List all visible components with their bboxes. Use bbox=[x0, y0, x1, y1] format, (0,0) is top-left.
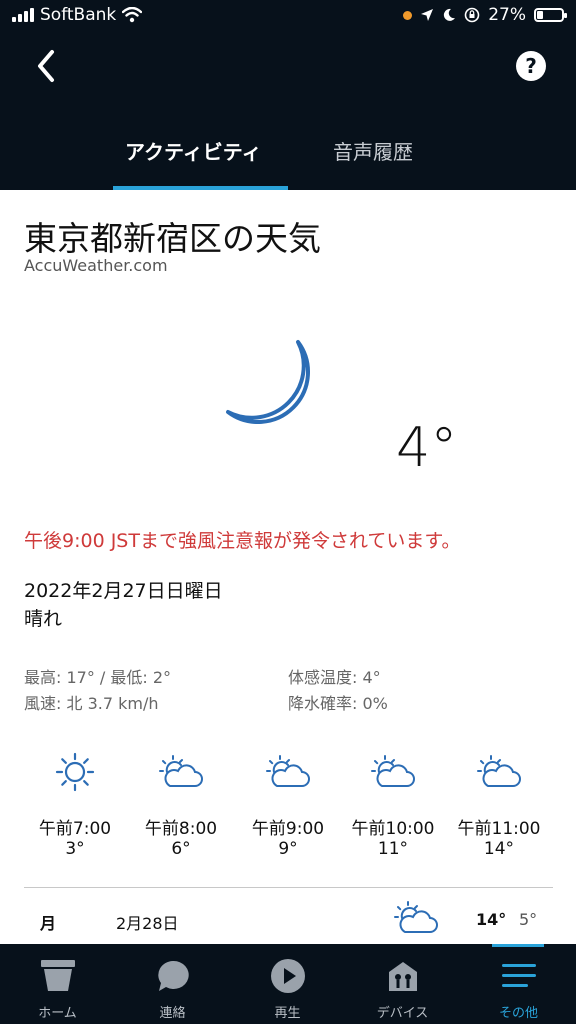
hourly-temp: 9° bbox=[278, 839, 298, 859]
hourly-item: 午前8:00 6° bbox=[128, 752, 234, 859]
wifi-icon bbox=[122, 7, 143, 23]
bottom-nav: ホーム 連絡 再生 デバイス その他 bbox=[0, 944, 576, 1024]
location-icon bbox=[421, 9, 434, 21]
rotation-lock-icon bbox=[464, 7, 480, 23]
active-tab-indicator bbox=[113, 186, 288, 190]
chat-icon bbox=[157, 960, 189, 991]
hourly-temp: 11° bbox=[377, 839, 409, 859]
divider bbox=[24, 887, 553, 888]
header: SoftBank 27% ? アクティビティ 音声履歴 bbox=[0, 0, 576, 190]
partly-cloudy-icon bbox=[394, 901, 438, 933]
status-bar: SoftBank 27% bbox=[0, 0, 576, 34]
hourly-item: 午前10:00 11° bbox=[340, 752, 446, 859]
menu-icon bbox=[501, 964, 536, 987]
weather-source[interactable]: AccuWeather.com bbox=[24, 256, 168, 275]
signal-icon bbox=[12, 8, 34, 22]
tab-voice-history[interactable]: 音声履歴 bbox=[333, 136, 413, 165]
hourly-item: 午前11:00 14° bbox=[446, 752, 552, 859]
partly-cloudy-icon bbox=[477, 755, 521, 787]
hourly-item: 午前9:00 9° bbox=[235, 752, 341, 859]
partly-cloudy-icon bbox=[371, 755, 415, 787]
hourly-temp: 6° bbox=[171, 839, 191, 859]
tab-activity[interactable]: アクティビティ bbox=[125, 136, 262, 165]
current-temperature: 4° bbox=[396, 416, 458, 479]
status-right: 27% bbox=[403, 5, 567, 25]
weather-alert: 午後9:00 JSTまで強風注意報が発令されています。 bbox=[24, 530, 461, 552]
nav-home[interactable]: ホーム bbox=[0, 944, 115, 1024]
carrier-label: SoftBank bbox=[40, 5, 117, 25]
precip-chance: 降水確率: 0% bbox=[288, 694, 388, 713]
sun-icon bbox=[55, 752, 95, 792]
weather-title: 東京都新宿区の天気 bbox=[24, 219, 321, 258]
nav-label: その他 bbox=[498, 1006, 538, 1021]
hourly-item: 午前7:00 3° bbox=[22, 752, 128, 859]
back-icon[interactable] bbox=[30, 46, 66, 86]
recording-dot-icon bbox=[403, 10, 413, 20]
nav-label: ホーム bbox=[38, 1006, 77, 1021]
moon-icon bbox=[226, 340, 310, 424]
nav-label: 連絡 bbox=[159, 1006, 186, 1021]
battery-label: 27% bbox=[488, 5, 526, 25]
devices-icon bbox=[388, 962, 417, 991]
active-nav-indicator bbox=[492, 944, 544, 947]
wind-speed: 風速: 北 3.7 km/h bbox=[24, 694, 159, 713]
moon-status-icon bbox=[444, 8, 456, 21]
status-left: SoftBank bbox=[12, 5, 143, 25]
hourly-temp: 14° bbox=[483, 839, 515, 859]
nav-more[interactable]: その他 bbox=[461, 944, 576, 1024]
nav-label: 再生 bbox=[274, 1006, 301, 1021]
nav-label: デバイス bbox=[376, 1006, 429, 1021]
daily-low: 5° bbox=[519, 910, 538, 929]
hourly-time: 午前7:00 bbox=[38, 819, 112, 839]
battery-icon bbox=[534, 8, 567, 22]
high-low: 最高: 17° / 最低: 2° bbox=[24, 668, 172, 687]
partly-cloudy-icon bbox=[266, 755, 310, 787]
daily-day: 月 bbox=[40, 914, 57, 933]
hourly-time: 午前9:00 bbox=[251, 819, 325, 839]
hourly-time: 午前11:00 bbox=[457, 819, 541, 839]
hourly-temp: 3° bbox=[65, 839, 85, 859]
home-icon bbox=[40, 960, 75, 991]
help-button[interactable]: ? bbox=[516, 51, 546, 81]
nav-play[interactable]: 再生 bbox=[230, 944, 345, 1024]
hourly-time: 午前10:00 bbox=[351, 819, 435, 839]
hourly-time: 午前8:00 bbox=[144, 819, 218, 839]
weather-condition: 晴れ bbox=[24, 608, 63, 630]
play-icon bbox=[270, 959, 305, 993]
daily-date: 2月28日 bbox=[116, 914, 179, 933]
feels-like: 体感温度: 4° bbox=[288, 668, 381, 687]
daily-high: 14° bbox=[476, 910, 507, 929]
nav-communicate[interactable]: 連絡 bbox=[115, 944, 230, 1024]
nav-devices[interactable]: デバイス bbox=[345, 944, 460, 1024]
forecast-date: 2022年2月27日日曜日 bbox=[24, 580, 223, 602]
partly-cloudy-icon bbox=[159, 755, 203, 787]
